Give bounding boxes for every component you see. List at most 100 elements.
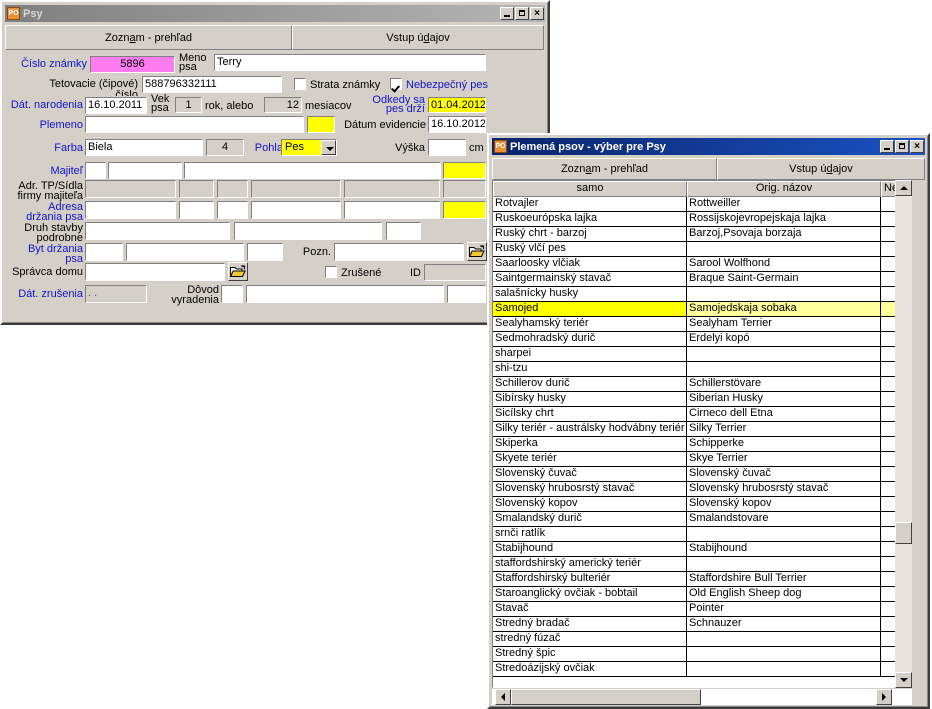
adr-tp-field-6[interactable] [442, 179, 487, 199]
byt-drzania-field-2[interactable] [125, 242, 245, 262]
adresa-drzania-field-3[interactable] [216, 200, 249, 220]
table-row[interactable]: StabijhoundStabijhound0 [493, 542, 911, 557]
adr-tp-field-3[interactable] [216, 179, 249, 199]
tab-vstup-udajov[interactable]: Vstup údajov [292, 25, 544, 50]
table-row[interactable]: Saintgermainský stavač Braque Saint-Germa… [493, 272, 911, 287]
plemeno-code-field[interactable] [306, 115, 336, 134]
table-row[interactable]: Skyete teriérSkye Terrier0 [493, 452, 911, 467]
table-row[interactable]: stredný fúzač0 [493, 632, 911, 647]
grid-horizontal-scrollbar[interactable] [492, 689, 912, 705]
druh-stavby-field-1[interactable] [84, 221, 231, 241]
table-row[interactable]: Smalandský duričSmalandstovare0 [493, 512, 911, 527]
table-row[interactable]: Stredný bradačSchnauzer0 [493, 617, 911, 632]
titlebar-psy[interactable]: PO Psy × [5, 5, 545, 22]
minimize-button[interactable] [880, 140, 894, 153]
titlebar-plemena[interactable]: PO Plemená psov - výber pre Psy × [492, 138, 925, 155]
table-row[interactable]: Schillerov duričSchillerstövare0 [493, 377, 911, 392]
table-row[interactable]: Sealyhamský teriérSealyham Terrier0 [493, 317, 911, 332]
table-row[interactable]: shi-tzu0 [493, 362, 911, 377]
vyska-field[interactable] [427, 138, 467, 157]
table-row[interactable]: Slovenský hrubosrstý stavač Slovenský hru… [493, 482, 911, 497]
tab-zoznam-prehlad[interactable]: Zoznam - prehľad [5, 25, 292, 50]
pozn-browse-button[interactable] [467, 242, 487, 261]
maximize-button[interactable] [895, 140, 909, 153]
scroll-right-button[interactable] [876, 689, 892, 705]
dovod-extra-field[interactable] [446, 284, 487, 304]
maximize-button[interactable] [515, 7, 529, 20]
grid-vertical-scrollbar[interactable] [895, 180, 912, 688]
table-row[interactable]: Saarloosky vlčiakSarool Wolfhond0 [493, 257, 911, 272]
column-header-orig-nazov[interactable]: Orig. názov [687, 181, 881, 197]
table-row[interactable]: Slovenský kopovSlovenský kopov0 [493, 497, 911, 512]
odkedy-pes-drzi-field[interactable]: 01.04.2012 [427, 96, 487, 114]
dat-zrusenia-field[interactable]: . . [84, 284, 148, 304]
table-row[interactable]: Stredný špic0 [493, 647, 911, 662]
strata-znamky-checkbox[interactable] [294, 78, 306, 90]
table-row[interactable]: Staffordshirský bulteriér Staffordshire B… [493, 572, 911, 587]
adresa-drzania-field-1[interactable] [84, 200, 177, 220]
pohlavie-combo[interactable]: Pes [281, 139, 337, 156]
table-row[interactable]: staffordshirský americký teriér0 [493, 557, 911, 572]
adr-tp-field-4[interactable] [250, 179, 342, 199]
cislo-znamky-field[interactable]: 5896 [89, 55, 176, 74]
table-row[interactable]: SkiperkaSchipperke0 [493, 437, 911, 452]
byt-drzania-field-3[interactable] [246, 242, 284, 262]
scroll-down-button[interactable] [895, 672, 912, 688]
vek-rok-field[interactable]: 1 [174, 96, 203, 114]
adr-tp-field-1[interactable] [84, 179, 177, 199]
window-psy[interactable]: PO Psy × Zoznam - prehľad Vstup údajov Č… [0, 0, 550, 325]
vek-mesiacov-field[interactable]: 12 [263, 96, 303, 114]
table-row[interactable]: Stredoázijský ovčiak0 [493, 662, 911, 677]
table-row[interactable]: Ruský vlčí pes0 [493, 242, 911, 257]
tetovacie-cislo-field[interactable]: 588796332111 [141, 75, 283, 94]
table-row[interactable]: RotvajlerRottweiller0 [493, 197, 911, 212]
window-plemena-psov[interactable]: PO Plemená psov - výber pre Psy × Zoznam… [487, 133, 930, 709]
breeds-grid[interactable]: samo Orig. názov Nebezpečn RotvajlerRott… [492, 180, 912, 688]
table-row[interactable]: Sicílsky chrtCirneco dell Etna0 [493, 407, 911, 422]
tab-zoznam-prehlad[interactable]: Zoznam - prehľad [492, 158, 717, 180]
druh-stavby-field-3[interactable] [385, 221, 422, 241]
table-row[interactable]: Ruskoeurópska lajka Rossijskojevropejskaj… [493, 212, 911, 227]
spravca-domu-field[interactable] [84, 262, 226, 282]
farba-field[interactable]: Biela [84, 138, 204, 157]
majitel-field-3[interactable] [183, 161, 442, 180]
table-row[interactable]: Sibírsky huskySiberian Husky0 [493, 392, 911, 407]
table-row[interactable]: sharpei0 [493, 347, 911, 362]
byt-drzania-field-1[interactable] [84, 242, 124, 262]
meno-psa-field[interactable]: Terry [213, 53, 487, 72]
table-row[interactable]: Slovenský čuvačSlovenský čuvač0 [493, 467, 911, 482]
table-row[interactable]: Sedmohradský duričErdelyi kopó0 [493, 332, 911, 347]
adr-tp-field-5[interactable] [343, 179, 441, 199]
table-row[interactable]: Ruský chrt - barzoj Barzoj,Psovaja borzaj… [493, 227, 911, 242]
scroll-up-button[interactable] [895, 180, 912, 196]
dovod-code-field[interactable] [220, 284, 244, 304]
datum-evidencie-field[interactable]: 16.10.2012 [427, 115, 487, 134]
dat-narodenia-field[interactable]: 16.10.2011 [84, 96, 148, 115]
close-button[interactable]: × [530, 7, 544, 20]
plemeno-field[interactable] [84, 115, 305, 134]
table-row[interactable]: salašnícky husky0 [493, 287, 911, 302]
adresa-drzania-field-6[interactable] [442, 200, 487, 220]
adresa-drzania-field-4[interactable] [250, 200, 342, 220]
pozn-field[interactable] [333, 242, 465, 262]
tab-vstup-udajov[interactable]: Vstup údajov [716, 158, 925, 180]
column-header-samo[interactable]: samo [493, 181, 687, 197]
adr-tp-field-2[interactable] [178, 179, 215, 199]
zrusene-checkbox[interactable] [325, 266, 337, 278]
adresa-drzania-field-5[interactable] [343, 200, 441, 220]
spravca-domu-browse-button[interactable] [228, 262, 248, 281]
chevron-down-icon[interactable] [321, 140, 336, 155]
majitel-field-1[interactable] [84, 161, 107, 180]
majitel-field-4[interactable] [442, 161, 487, 180]
table-row[interactable]: StavačPointer0 [493, 602, 911, 617]
farba-code-field[interactable]: 4 [205, 138, 245, 157]
adresa-drzania-field-2[interactable] [178, 200, 215, 220]
table-row[interactable]: SamojedSamojedskaja sobaka0 [493, 302, 911, 317]
majitel-field-2[interactable] [107, 161, 183, 180]
table-row[interactable]: Staroanglický ovčiak - bobtail Old Englis… [493, 587, 911, 602]
minimize-button[interactable] [500, 7, 514, 20]
druh-stavby-field-2[interactable] [233, 221, 383, 241]
scroll-thumb-horizontal[interactable] [511, 689, 701, 705]
scroll-left-button[interactable] [495, 689, 511, 705]
nebezpecny-pes-checkbox[interactable] [390, 78, 402, 90]
